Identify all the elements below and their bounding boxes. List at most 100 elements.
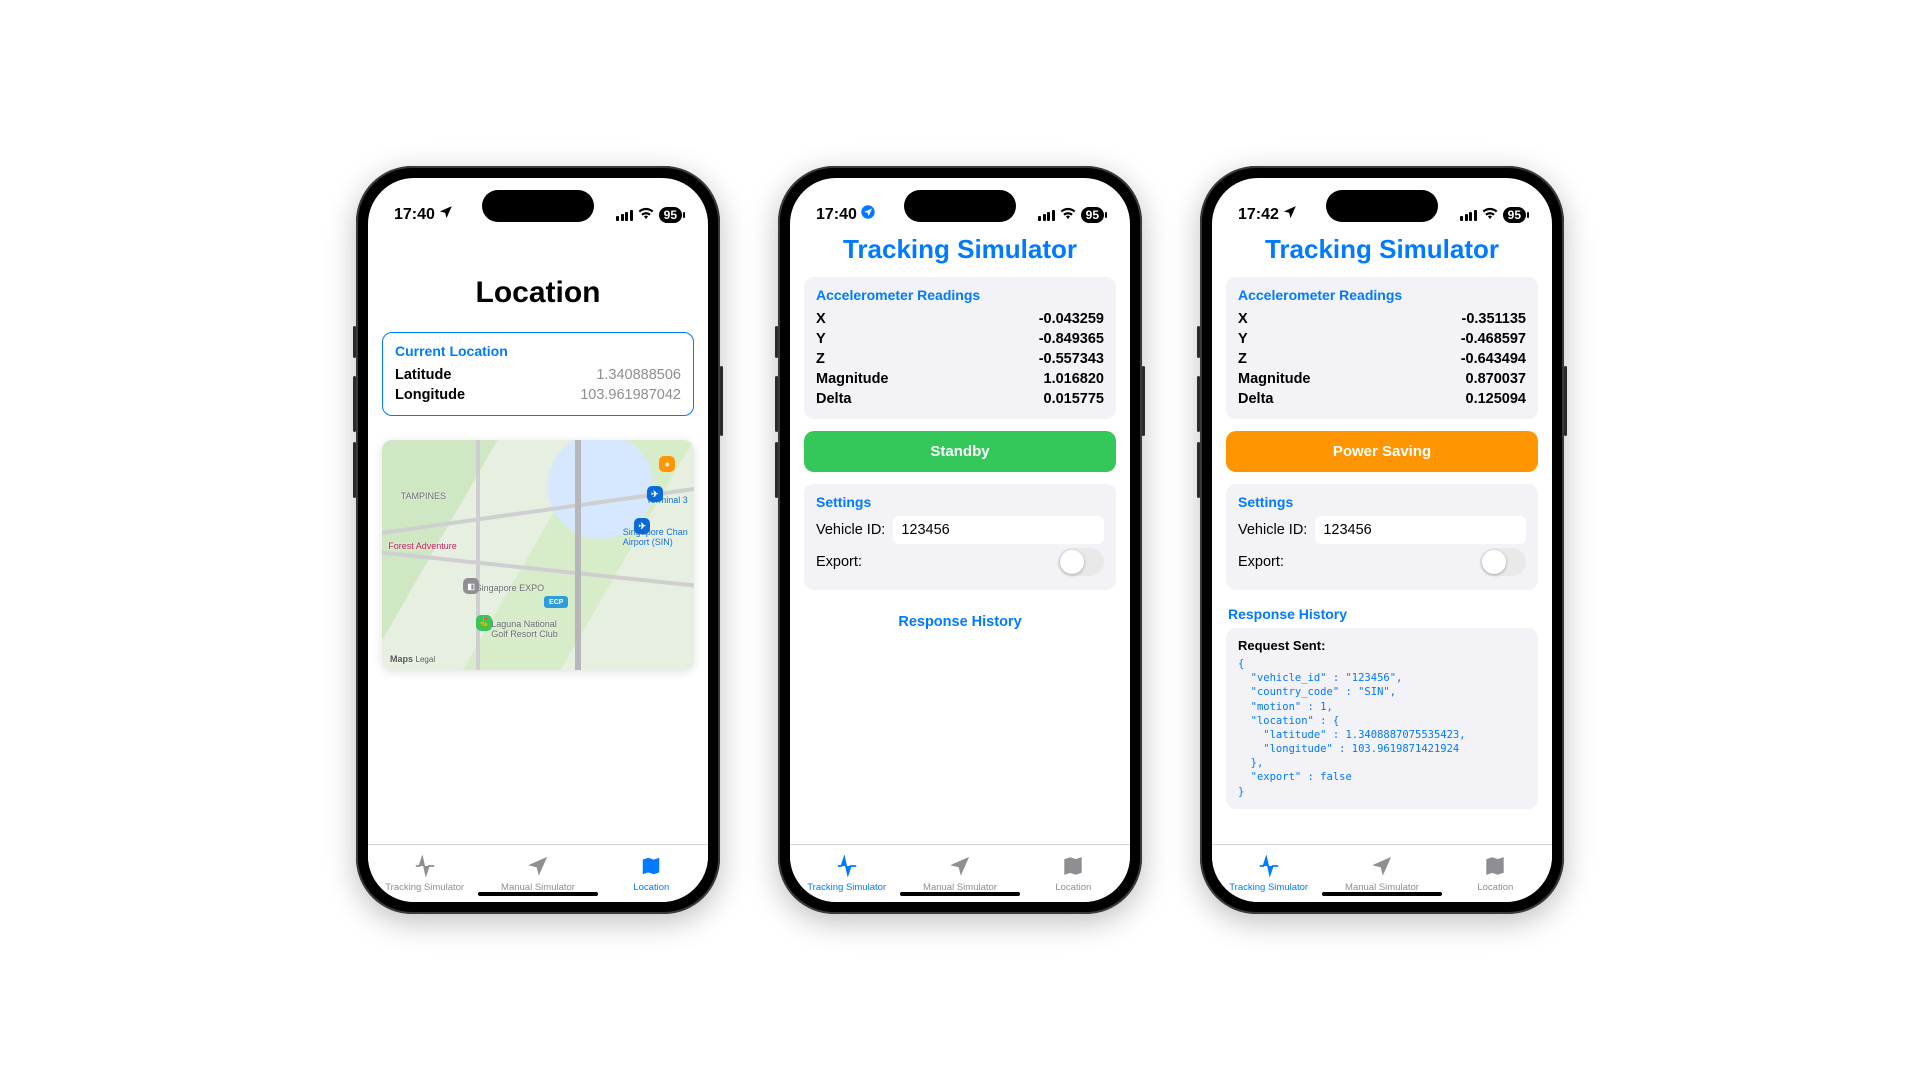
cellular-signal-icon <box>616 210 633 221</box>
home-indicator[interactable] <box>900 892 1020 896</box>
map-pin-expo[interactable]: ◧ <box>463 578 479 594</box>
map-badge-ecp[interactable]: ECP <box>544 596 568 608</box>
accel-row-magnitude: Magnitude0.870037 <box>1238 369 1526 389</box>
tab-label: Location <box>633 882 669 893</box>
wifi-icon <box>1060 206 1076 224</box>
longitude-value: 103.961987042 <box>580 387 681 403</box>
battery-indicator: 95 <box>1503 207 1526 223</box>
status-time: 17:40 <box>816 206 857 224</box>
current-location-card: Current Location Latitude 1.340888506 Lo… <box>382 332 694 416</box>
card-title: Accelerometer Readings <box>816 287 1104 303</box>
accel-row-x: X-0.351135 <box>1238 309 1526 329</box>
accelerometer-card: Accelerometer Readings X-0.351135 Y-0.46… <box>1226 277 1538 419</box>
phone-tracking-standby: 17:40 95 Tracking Simulator Acceleromete… <box>778 166 1142 914</box>
cellular-signal-icon <box>1038 210 1055 221</box>
latitude-label: Latitude <box>395 367 451 383</box>
map-label-tampines: TAMPINES <box>401 491 446 501</box>
status-button[interactable]: Standby <box>804 431 1116 472</box>
tab-label: Manual Simulator <box>501 882 575 893</box>
accel-row-magnitude: Magnitude1.016820 <box>816 369 1104 389</box>
tab-tracking-simulator[interactable]: Tracking Simulator <box>790 845 903 902</box>
card-title: Settings <box>816 494 1104 510</box>
navigation-icon <box>1370 855 1394 880</box>
card-title: Current Location <box>395 343 681 359</box>
vehicle-id-label: Vehicle ID: <box>816 522 885 538</box>
tab-location[interactable]: Location <box>1017 845 1130 902</box>
request-sent-title: Request Sent: <box>1238 638 1526 653</box>
request-body: { "vehicle_id" : "123456", "country_code… <box>1238 657 1526 799</box>
vehicle-id-input[interactable] <box>893 516 1104 544</box>
dynamic-island <box>482 190 594 222</box>
cellular-signal-icon <box>1460 210 1477 221</box>
response-history-title: Response History <box>1228 606 1536 622</box>
tab-label: Tracking Simulator <box>807 882 886 893</box>
dynamic-island <box>904 190 1016 222</box>
accel-row-y: Y-0.468597 <box>1238 329 1526 349</box>
page-title: Tracking Simulator <box>1226 234 1538 265</box>
map-label-forest: Forest Adventure <box>388 541 457 551</box>
status-button[interactable]: Power Saving <box>1226 431 1538 472</box>
accel-row-z: Z-0.643494 <box>1238 349 1526 369</box>
tab-label: Location <box>1055 882 1091 893</box>
battery-indicator: 95 <box>659 207 682 223</box>
tab-tracking-simulator[interactable]: Tracking Simulator <box>368 845 481 902</box>
map-pin-airport[interactable]: ✈ <box>634 518 650 534</box>
settings-card: Settings Vehicle ID: Export: <box>804 484 1116 590</box>
map-view[interactable]: TAMPINES Forest Adventure Singapore EXPO… <box>382 440 694 670</box>
latitude-row: Latitude 1.340888506 <box>395 365 681 385</box>
status-time: 17:42 <box>1238 206 1279 224</box>
request-sent-card: Request Sent: { "vehicle_id" : "123456",… <box>1226 628 1538 809</box>
accel-row-x: X-0.043259 <box>816 309 1104 329</box>
map-pin-orange[interactable]: ● <box>659 456 675 472</box>
home-indicator[interactable] <box>1322 892 1442 896</box>
card-title: Accelerometer Readings <box>1238 287 1526 303</box>
tab-label: Manual Simulator <box>1345 882 1419 893</box>
tab-label: Manual Simulator <box>923 882 997 893</box>
accel-row-z: Z-0.557343 <box>816 349 1104 369</box>
page-title: Location <box>382 276 694 310</box>
location-services-icon <box>1283 205 1297 224</box>
activity-icon <box>413 855 437 880</box>
tab-location[interactable]: Location <box>595 845 708 902</box>
map-attribution: Maps Legal <box>390 654 435 664</box>
export-toggle[interactable] <box>1058 548 1104 576</box>
phone-location: 17:40 95 Location Current Location Latit… <box>356 166 720 914</box>
longitude-row: Longitude 103.961987042 <box>395 385 681 405</box>
map-pin-golf[interactable]: ⛳ <box>476 615 492 631</box>
activity-icon <box>835 855 859 880</box>
export-row: Export: <box>1238 548 1526 576</box>
map-icon <box>1483 855 1507 880</box>
tab-location[interactable]: Location <box>1439 845 1552 902</box>
map-icon <box>1061 855 1085 880</box>
response-history-link[interactable]: Response History <box>804 614 1116 630</box>
settings-card: Settings Vehicle ID: Export: <box>1226 484 1538 590</box>
export-toggle[interactable] <box>1480 548 1526 576</box>
tab-tracking-simulator[interactable]: Tracking Simulator <box>1212 845 1325 902</box>
vehicle-id-input[interactable] <box>1315 516 1526 544</box>
card-title: Settings <box>1238 494 1526 510</box>
export-row: Export: <box>816 548 1104 576</box>
vehicle-id-row: Vehicle ID: <box>1238 516 1526 544</box>
map-label-airport: Singapore Chan Airport (SIN) <box>623 527 688 547</box>
page-title: Tracking Simulator <box>804 234 1116 265</box>
accelerometer-card: Accelerometer Readings X-0.043259 Y-0.84… <box>804 277 1116 419</box>
accel-row-y: Y-0.849365 <box>816 329 1104 349</box>
longitude-label: Longitude <box>395 387 465 403</box>
map-icon <box>639 855 663 880</box>
navigation-icon <box>526 855 550 880</box>
accel-row-delta: Delta0.125094 <box>1238 389 1526 409</box>
tab-label: Location <box>1477 882 1513 893</box>
accel-row-delta: Delta0.015775 <box>816 389 1104 409</box>
activity-icon <box>1257 855 1281 880</box>
export-label: Export: <box>816 554 862 570</box>
wifi-icon <box>638 206 654 224</box>
location-services-active-icon <box>861 205 875 224</box>
export-label: Export: <box>1238 554 1284 570</box>
map-pin-terminal[interactable]: ✈ <box>647 486 663 502</box>
vehicle-id-row: Vehicle ID: <box>816 516 1104 544</box>
map-label-laguna: Laguna National Golf Resort Club <box>491 619 558 639</box>
tab-label: Tracking Simulator <box>385 882 464 893</box>
home-indicator[interactable] <box>478 892 598 896</box>
phone-tracking-powersaving: 17:42 95 Tracking Simulator Acceleromete… <box>1200 166 1564 914</box>
navigation-icon <box>948 855 972 880</box>
